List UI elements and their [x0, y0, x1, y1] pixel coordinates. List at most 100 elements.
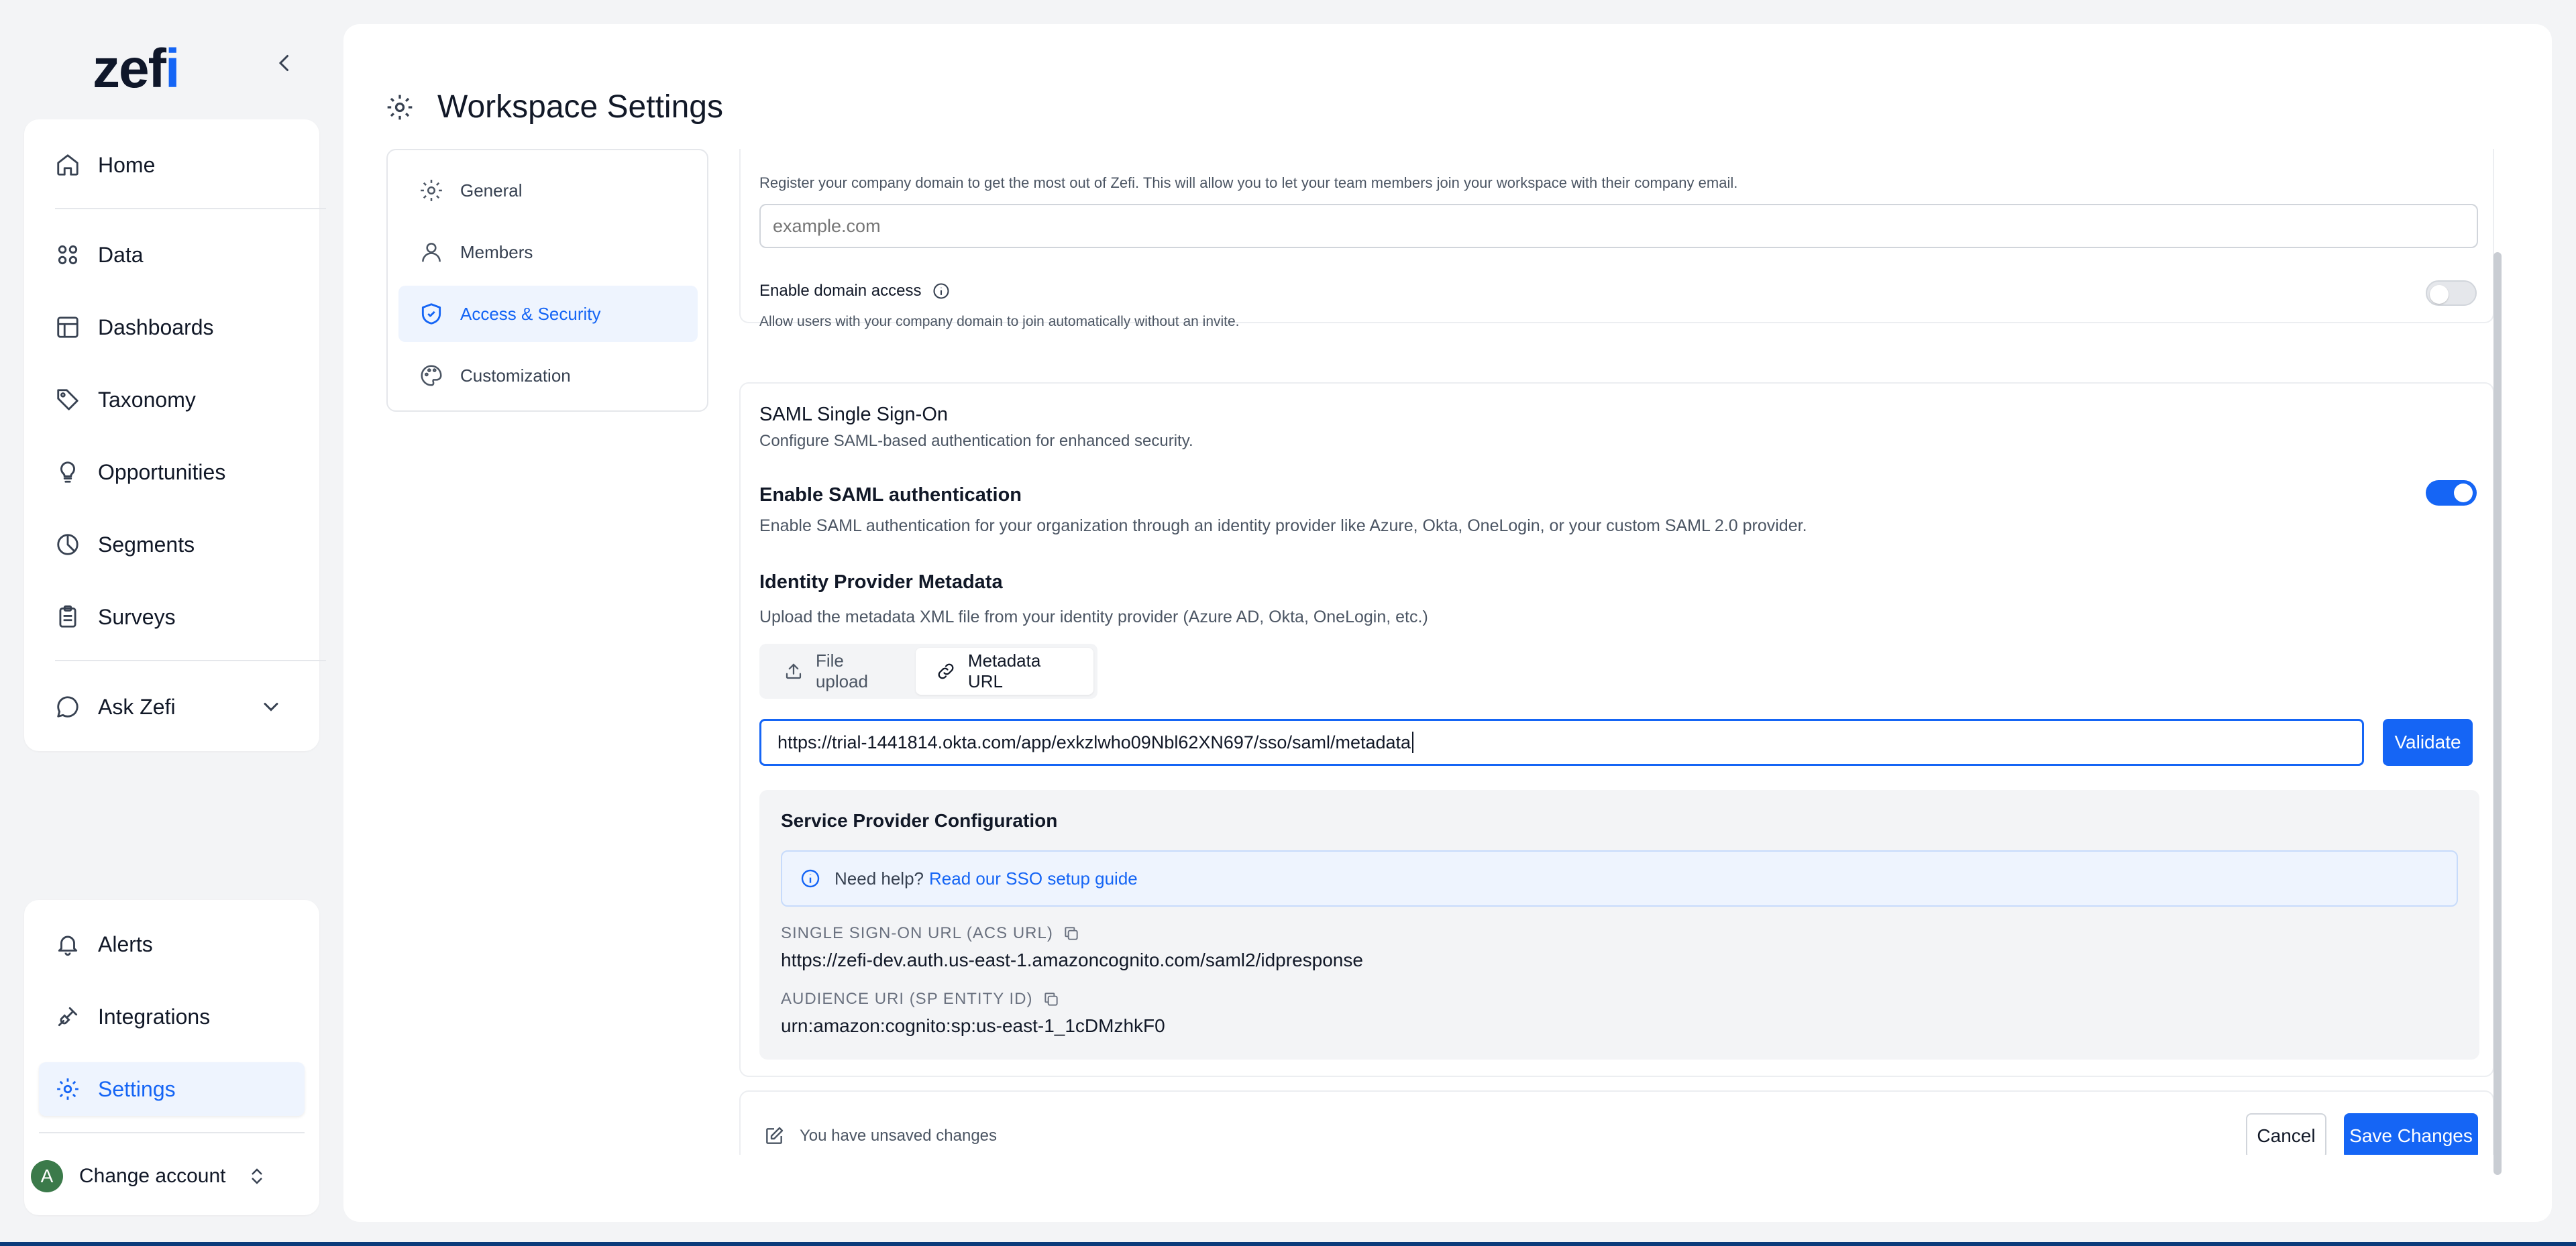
sso-guide-link[interactable]: Read our SSO setup guide — [929, 868, 1138, 889]
settings-nav-label: Members — [460, 241, 533, 262]
cancel-button[interactable]: Cancel — [2246, 1113, 2326, 1155]
sidebar-item-taxonomy[interactable]: Taxonomy — [55, 373, 310, 427]
sp-config-title: Service Provider Configuration — [781, 810, 1058, 831]
metadata-source-tabs: File upload Metadata URL — [759, 644, 1097, 699]
info-icon — [800, 868, 821, 889]
saml-enable-description: Enable SAML authentication for your orga… — [759, 516, 1807, 535]
upload-icon — [784, 661, 804, 682]
validate-button[interactable]: Validate — [2383, 719, 2473, 766]
acs-url-value: https://zefi-dev.auth.us-east-1.amazonco… — [781, 950, 1363, 970]
settings-nav-access-security[interactable]: Access & Security — [398, 286, 698, 342]
settings-nav-label: Access & Security — [460, 303, 601, 324]
settings-nav-customization[interactable]: Customization — [398, 347, 698, 404]
sidebar-item-ask-zefi[interactable]: Ask Zefi — [55, 680, 310, 734]
sidebar-item-opportunities[interactable]: Opportunities — [55, 445, 310, 499]
sidebar-item-alerts[interactable]: Alerts — [55, 917, 310, 971]
idp-metadata-title: Identity Provider Metadata — [759, 571, 1003, 593]
copy-icon[interactable] — [1042, 990, 1060, 1008]
idp-metadata-description: Upload the metadata XML file from your i… — [759, 608, 1428, 626]
tab-metadata-url[interactable]: Metadata URL — [915, 648, 1093, 695]
avatar: A — [31, 1160, 63, 1192]
shield-icon — [419, 301, 444, 327]
sidebar-item-dashboards[interactable]: Dashboards — [55, 300, 310, 354]
saml-enable-label: Enable SAML authentication — [759, 484, 1022, 506]
lightbulb-icon — [55, 459, 80, 485]
page-title: Workspace Settings — [437, 89, 723, 125]
sidebar-item-surveys[interactable]: Surveys — [55, 590, 310, 644]
sidebar-item-data[interactable]: Data — [55, 228, 310, 282]
gear-icon — [419, 178, 444, 203]
sidebar-item-label: Opportunities — [98, 459, 226, 484]
info-icon[interactable] — [932, 282, 951, 300]
link-icon — [936, 661, 956, 682]
domain-access-help: Allow users with your company domain to … — [759, 314, 1240, 329]
window-edge — [0, 1242, 2576, 1246]
saml-card: SAML Single Sign-On Configure SAML-based… — [739, 382, 2494, 1077]
sidebar-item-settings[interactable]: Settings — [39, 1062, 305, 1116]
home-icon — [55, 152, 80, 178]
settings-nav: General Members Access & Security Custom… — [386, 149, 708, 412]
sidebar-item-label: Ask Zefi — [98, 694, 176, 719]
sidebar-main-nav: Home Data Dashboards Taxonomy Opportunit… — [24, 119, 326, 751]
data-icon — [55, 242, 80, 268]
divider — [55, 208, 326, 209]
sidebar-item-label: Dashboards — [98, 315, 214, 339]
user-icon — [419, 239, 444, 265]
scrollbar[interactable] — [2493, 252, 2502, 1175]
sidebar-item-segments[interactable]: Segments — [55, 518, 310, 571]
audience-uri-value: urn:amazon:cognito:sp:us-east-1_1cDMzhkF… — [781, 1015, 1165, 1036]
saml-title: SAML Single Sign-On — [759, 404, 949, 425]
gear-icon — [55, 1076, 80, 1102]
change-account-button[interactable]: A Change account — [15, 1147, 280, 1206]
acs-url-label: SINGLE SIGN-ON URL (ACS URL) — [781, 924, 1080, 943]
sidebar-item-home[interactable]: Home — [55, 138, 310, 192]
unsaved-changes-bar: You have unsaved changes Cancel Save Cha… — [739, 1090, 2494, 1155]
divider — [55, 660, 326, 661]
settings-nav-label: General — [460, 180, 523, 201]
bell-icon — [55, 931, 80, 957]
account-label: Change account — [79, 1165, 226, 1187]
dashboard-icon — [55, 315, 80, 340]
pie-chart-icon — [55, 532, 80, 557]
sidebar-item-label: Surveys — [98, 604, 176, 629]
divider — [39, 1132, 305, 1133]
sidebar-item-label: Taxonomy — [98, 387, 196, 412]
settings-content: Register your company domain to get the … — [739, 149, 2524, 1155]
audience-uri-label: AUDIENCE URI (SP ENTITY ID) — [781, 990, 1060, 1009]
metadata-url-input[interactable]: https://trial-1441814.okta.com/app/exkzl… — [759, 719, 2364, 766]
edit-icon — [763, 1125, 785, 1147]
chevron-down-icon[interactable] — [259, 695, 283, 719]
sidebar-item-label: Home — [98, 152, 156, 177]
saml-enable-toggle[interactable] — [2426, 480, 2477, 506]
settings-nav-label: Customization — [460, 365, 571, 386]
sidebar-item-label: Alerts — [98, 931, 153, 956]
zefi-logo: zefi — [93, 38, 180, 99]
help-banner: Need help? Read our SSO setup guide — [781, 850, 2458, 907]
sidebar-item-label: Segments — [98, 532, 195, 557]
domain-input[interactable] — [759, 204, 2478, 248]
domain-access-toggle[interactable] — [2426, 280, 2477, 306]
domain-card: Register your company domain to get the … — [739, 149, 2494, 329]
unsaved-changes-indicator: You have unsaved changes — [763, 1125, 997, 1147]
tag-icon — [55, 387, 80, 412]
sidebar-item-integrations[interactable]: Integrations — [55, 990, 310, 1043]
chat-icon — [55, 694, 80, 720]
settings-nav-general[interactable]: General — [398, 162, 698, 219]
sidebar-item-label: Integrations — [98, 1004, 211, 1029]
domain-help-text: Register your company domain to get the … — [759, 174, 1738, 191]
service-provider-config: Service Provider Configuration Need help… — [759, 790, 2479, 1060]
sidebar-item-label: Data — [98, 242, 144, 267]
palette-icon — [419, 363, 444, 388]
copy-icon[interactable] — [1063, 925, 1080, 942]
chevron-up-down-icon — [247, 1164, 267, 1188]
domain-access-label: Enable domain access — [759, 282, 951, 300]
gear-icon — [385, 93, 415, 122]
saml-description: Configure SAML-based authentication for … — [759, 432, 1193, 450]
save-changes-button[interactable]: Save Changes — [2344, 1113, 2478, 1155]
chevron-left-icon[interactable] — [272, 51, 297, 75]
sidebar-item-label: Settings — [98, 1076, 176, 1101]
settings-nav-members[interactable]: Members — [398, 224, 698, 280]
tab-file-upload[interactable]: File upload — [763, 648, 916, 695]
text-caret — [1412, 732, 1414, 753]
main-panel: Workspace Settings General Members Acces… — [343, 24, 2552, 1222]
